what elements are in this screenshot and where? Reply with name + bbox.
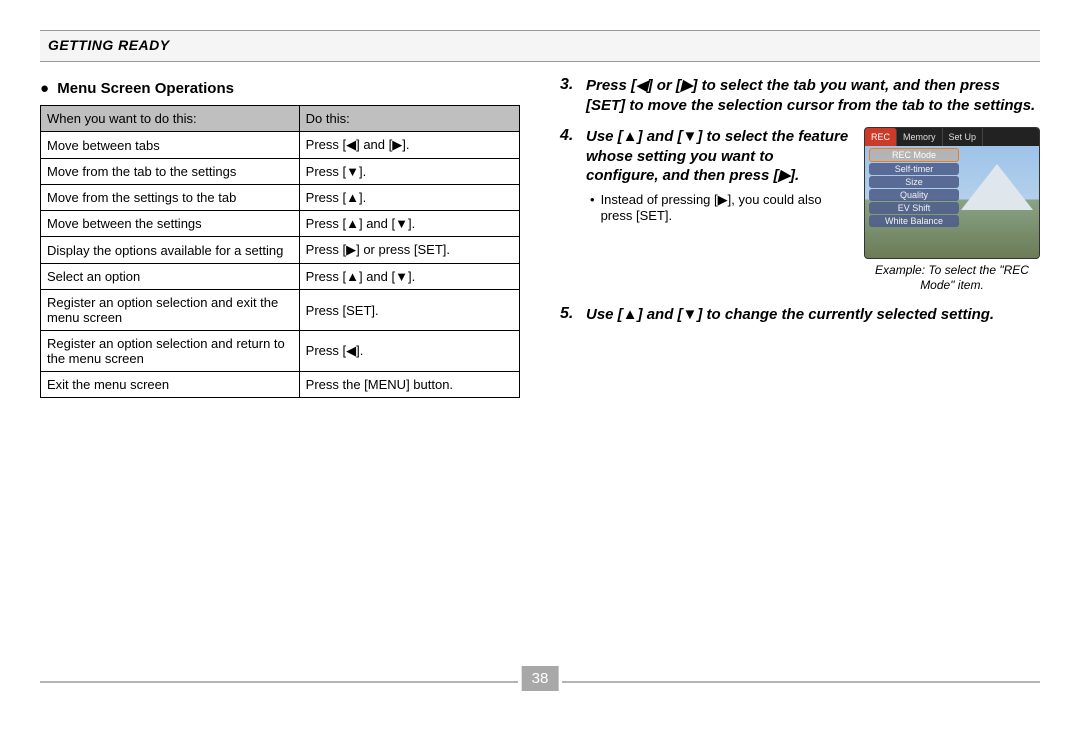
camera-tabs-row: REC Memory Set Up [865,128,1039,146]
bullet-icon: ● [40,80,49,97]
table-row: Register an option selection and exit th… [41,290,520,331]
example-caption: Example: To select the "REC Mode" item. [864,263,1040,293]
subsection-heading: ● Menu Screen Operations [40,80,520,97]
camera-menu-item: REC Mode [869,148,959,162]
table-header-do: Do this: [299,106,519,132]
instruction-step-3: 3. Press [◀] or [▶] to select the tab yo… [560,76,1040,115]
left-column: ● Menu Screen Operations When you want t… [40,76,520,398]
camera-menu-list: REC Mode Self-timer Size Quality EV Shif… [869,148,959,228]
right-column: 3. Press [◀] or [▶] to select the tab yo… [560,76,1040,398]
page-number: 38 [522,666,559,691]
camera-menu-item: Self-timer [869,163,959,175]
step-number: 3. [560,76,582,94]
footer-rule [562,681,1040,683]
table-row: Move between the settingsPress [▲] and [… [41,211,520,237]
step-number: 4. [560,127,582,145]
camera-tab-setup: Set Up [943,128,984,146]
substep-text: Instead of pressing [▶], you could also … [601,192,850,223]
manual-page: GETTING READY ● Menu Screen Operations W… [0,0,1080,730]
step-text: Use [▲] and [▼] to change the currently … [586,306,994,323]
section-title: GETTING READY [48,37,170,53]
example-figure: REC Memory Set Up REC Mode Self-timer Si… [864,127,1040,293]
camera-menu-screenshot: REC Memory Set Up REC Mode Self-timer Si… [864,127,1040,259]
table-row: Exit the menu screenPress the [MENU] but… [41,372,520,398]
bullet-icon: • [590,192,595,223]
camera-menu-item: White Balance [869,215,959,227]
instruction-step-4: 4. Use [▲] and [▼] to select the feature… [560,127,1040,293]
step-text: Press [◀] or [▶] to select the tab you w… [586,77,1035,114]
table-row: Move from the tab to the settingsPress [… [41,159,520,185]
step-text: Use [▲] and [▼] to select the feature wh… [586,128,848,184]
page-footer: 38 [40,666,1040,696]
subsection-title: Menu Screen Operations [57,80,234,97]
instruction-step-5: 5. Use [▲] and [▼] to change the current… [560,305,1040,325]
camera-menu-item: EV Shift [869,202,959,214]
step-number: 5. [560,305,582,323]
substep-list: • Instead of pressing [▶], you could als… [586,192,850,223]
two-column-layout: ● Menu Screen Operations When you want t… [40,76,1040,398]
table-row: Select an optionPress [▲] and [▼]. [41,264,520,290]
camera-tab-rec: REC [865,128,897,146]
table-row: Move between tabsPress [◀] and [▶]. [41,132,520,159]
table-row: Display the options available for a sett… [41,237,520,264]
landscape-icon [961,164,1033,210]
camera-tab-memory: Memory [897,128,943,146]
camera-menu-item: Quality [869,189,959,201]
table-row: Move from the settings to the tabPress [… [41,185,520,211]
page-section-header: GETTING READY [40,30,1040,62]
table-row: Register an option selection and return … [41,331,520,372]
table-header-when: When you want to do this: [41,106,300,132]
menu-operations-table: When you want to do this: Do this: Move … [40,105,520,398]
footer-rule [40,681,518,683]
camera-menu-item: Size [869,176,959,188]
